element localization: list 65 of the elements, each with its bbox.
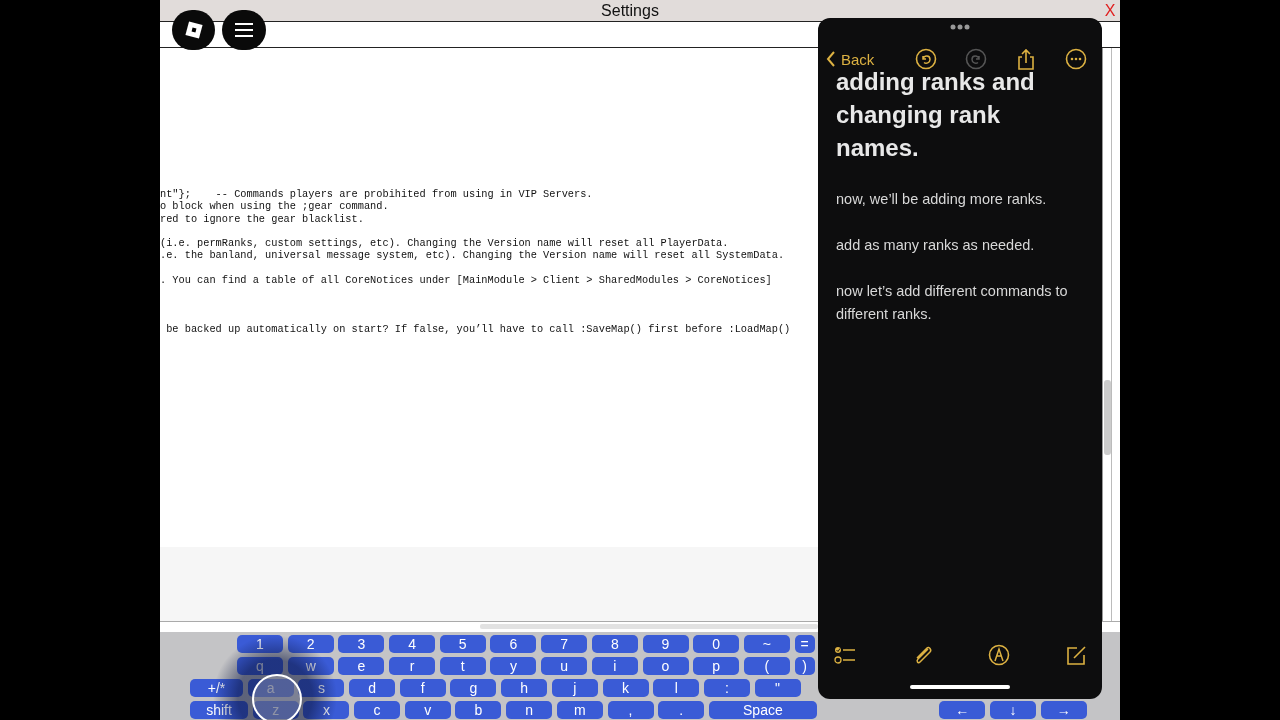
keyboard-key[interactable]: 5 <box>439 635 486 653</box>
code-line: o block when using the ;gear command. <box>160 200 389 213</box>
keyboard-key[interactable]: y <box>490 657 537 675</box>
keyboard-key[interactable]: 7 <box>541 635 588 653</box>
share-icon[interactable] <box>1015 48 1037 70</box>
code-line: . You can find a table of all CoreNotices under [MainModule > Client > SharedModules > CoreNotices] <box>160 274 772 287</box>
code-line: red to ignore the gear blacklist. <box>160 212 364 225</box>
close-button[interactable]: X <box>1100 0 1120 21</box>
compose-icon[interactable] <box>1065 644 1087 666</box>
keyboard-key[interactable]: 6 <box>490 635 537 653</box>
scrollbar[interactable] <box>480 624 818 629</box>
keyboard-key[interactable]: 4 <box>389 635 436 653</box>
keyboard-key[interactable]: o <box>642 657 689 675</box>
keyboard-key[interactable]: p <box>693 657 740 675</box>
keyboard-key[interactable]: j <box>551 679 598 697</box>
keyboard-key[interactable]: d <box>349 679 396 697</box>
drag-handle-icon[interactable] <box>950 24 970 30</box>
pen-tip-icon[interactable] <box>988 644 1010 666</box>
note-paragraph: now let’s add different commands to different ranks. <box>836 281 1069 324</box>
keyboard-key[interactable]: g <box>450 679 497 697</box>
code-line: be backed up automatically on start? If false, you’ll have to call :SaveMap() first before :LoadMap() <box>165 323 791 336</box>
arrow-key[interactable]: ← <box>939 701 986 719</box>
keyboard-key[interactable]: Space <box>708 701 817 719</box>
keyboard-key[interactable]: e <box>338 657 385 675</box>
keyboard-key[interactable]: f <box>399 679 446 697</box>
undo-icon[interactable] <box>915 48 937 70</box>
checklist-icon[interactable] <box>834 644 856 666</box>
keyboard-key[interactable]: . <box>658 701 705 719</box>
keyboard-key[interactable]: : <box>703 679 750 697</box>
keyboard-key[interactable]: t <box>439 657 486 675</box>
scrollbar[interactable] <box>1104 380 1111 455</box>
keyboard-key[interactable]: b <box>455 701 502 719</box>
chevron-icon <box>826 51 836 67</box>
keyboard-key[interactable]: n <box>506 701 553 719</box>
keyboard-key[interactable]: h <box>501 679 548 697</box>
keyboard-key[interactable]: ( <box>743 657 790 675</box>
more-icon[interactable] <box>1065 48 1087 70</box>
keyboard-key[interactable]: , <box>607 701 654 719</box>
back-button[interactable]: Back <box>826 50 875 68</box>
code-line: (i.e. permRanks, custom settings, etc). Changing the Version name will reset all PlayerData. <box>160 237 729 250</box>
keyboard-key[interactable]: ~ <box>743 635 790 653</box>
keyboard-key[interactable]: 0 <box>693 635 740 653</box>
keyboard-key[interactable]: " <box>754 679 801 697</box>
arrow-key[interactable]: → <box>1040 701 1087 719</box>
keyboard-key[interactable]: 8 <box>591 635 638 653</box>
keyboard-key[interactable]: 9 <box>642 635 689 653</box>
keyboard-key[interactable]: = <box>794 635 815 653</box>
code-line: nt"}; -- Commands players are probihited from using in VIP Servers. <box>160 188 593 201</box>
note-paragraph: now, we’ll be adding more ranks. <box>836 189 1048 209</box>
keyboard-key[interactable]: c <box>354 701 401 719</box>
keyboard-key[interactable]: ) <box>794 657 815 675</box>
note-title: adding ranks and changing rank names. <box>836 66 1036 163</box>
keyboard-key[interactable]: l <box>653 679 700 697</box>
keyboard-key[interactable]: 3 <box>338 635 385 653</box>
keyboard-key[interactable]: i <box>591 657 638 675</box>
window-title: Settings <box>600 1 660 20</box>
menu-icon <box>235 22 253 38</box>
code-line: .e. the banland, universal message system, etc). Changing the Version name will reset all SystemData. <box>160 249 785 262</box>
arrow-key[interactable]: ↓ <box>989 701 1036 719</box>
keyboard-key[interactable]: v <box>404 701 451 719</box>
keyboard-key[interactable]: u <box>541 657 588 675</box>
note-paragraph: add as many ranks as needed. <box>836 235 1036 255</box>
keyboard-key[interactable]: k <box>602 679 649 697</box>
keyboard-key[interactable]: r <box>389 657 436 675</box>
keyboard-key[interactable]: m <box>556 701 603 719</box>
